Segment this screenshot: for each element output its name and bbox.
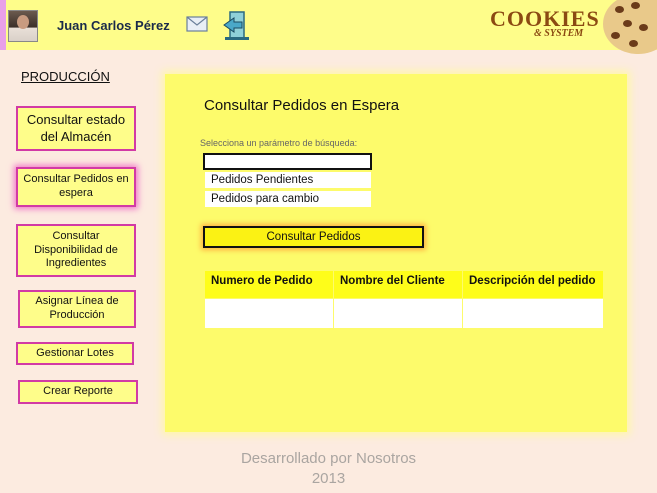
app-logo: COOKIES & SYSTEM [490, 6, 599, 46]
search-param-input[interactable] [203, 153, 372, 170]
option-pedidos-cambio[interactable]: Pedidos para cambio [205, 191, 371, 207]
footer-credit: Desarrollado por Nosotros [240, 450, 417, 467]
footer-year: 2013 [311, 470, 346, 487]
mail-icon[interactable] [186, 16, 208, 32]
nav-crear-reporte[interactable]: Crear Reporte [18, 380, 138, 404]
table-cell [334, 299, 462, 328]
nav-asignar-linea[interactable]: Asignar Línea de Producción [18, 290, 136, 328]
logout-icon[interactable] [222, 10, 252, 42]
search-param-label: Selecciona un parámetro de búsqueda: [200, 138, 358, 148]
header-accent-strip [0, 0, 6, 50]
nav-consultar-almacen[interactable]: Consultar estado del Almacén [16, 106, 136, 151]
results-table: Numero de Pedido Nombre del Cliente Desc… [204, 270, 604, 329]
logo-sub-text: & SYSTEM [534, 28, 584, 39]
nav-consultar-ingredientes[interactable]: Consultar Disponibilidad de Ingredientes [16, 224, 136, 277]
table-row[interactable] [205, 299, 603, 328]
table-header-row: Numero de Pedido Nombre del Cliente Desc… [205, 271, 603, 298]
column-header-cliente: Nombre del Cliente [334, 271, 462, 298]
top-header: Juan Carlos Pérez COOKIES & SYSTEM [0, 0, 657, 54]
table-cell [463, 299, 603, 328]
nav-consultar-pedidos[interactable]: Consultar Pedidos en espera [16, 167, 136, 207]
user-name: Juan Carlos Pérez [57, 18, 170, 33]
cookie-icon [603, 0, 657, 54]
column-header-numero: Numero de Pedido [205, 271, 333, 298]
main-panel [165, 74, 627, 432]
section-title-produccion: PRODUCCIÓN [21, 69, 110, 84]
table-cell [205, 299, 333, 328]
consultar-pedidos-button[interactable]: Consultar Pedidos [203, 226, 424, 248]
nav-gestionar-lotes[interactable]: Gestionar Lotes [16, 342, 134, 365]
avatar[interactable] [8, 10, 38, 42]
page-title: Consultar Pedidos en Espera [204, 97, 400, 114]
column-header-descripcion: Descripción del pedido [463, 271, 603, 298]
option-pedidos-pendientes[interactable]: Pedidos Pendientes [205, 172, 371, 188]
footer: Desarrollado por Nosotros 2013 [0, 449, 657, 489]
